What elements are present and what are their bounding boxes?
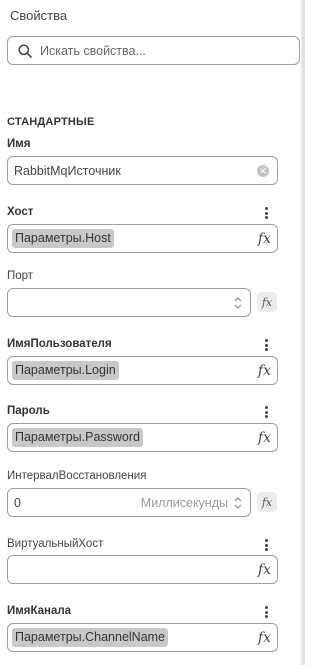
clear-icon[interactable]: ✕: [257, 165, 269, 177]
vhost-more-icon[interactable]: [259, 538, 273, 552]
password-value-chip: Параметры.Password: [12, 428, 143, 447]
channel-more-icon[interactable]: [259, 605, 273, 619]
fx-icon[interactable]: fx: [258, 231, 271, 247]
fx-icon[interactable]: fx: [258, 363, 271, 379]
spinner-icon[interactable]: [233, 493, 243, 513]
search-input[interactable]: [40, 43, 280, 58]
channel-field[interactable]: Параметры.ChannelName fx: [7, 623, 278, 652]
reconnect-unit: Миллисекунды: [140, 496, 228, 510]
password-label: Пароль: [7, 405, 50, 417]
spinner-icon[interactable]: [233, 293, 243, 313]
search-icon: [18, 43, 32, 58]
port-field[interactable]: [7, 288, 251, 317]
port-label: Порт: [7, 270, 34, 282]
panel-title: Свойства: [10, 8, 68, 23]
section-title-standard: СТАНДАРТНЫЕ: [7, 116, 95, 128]
host-label: Хост: [7, 206, 34, 218]
username-value-chip: Параметры.Login: [12, 361, 119, 380]
port-fx-button[interactable]: fx: [257, 292, 277, 312]
username-field[interactable]: Параметры.Login fx: [7, 356, 278, 385]
host-more-icon[interactable]: [259, 206, 273, 220]
reconnect-field[interactable]: 0 Миллисекунды: [7, 488, 251, 517]
reconnect-value: 0: [14, 495, 21, 510]
vhost-field[interactable]: fx: [7, 555, 278, 584]
password-more-icon[interactable]: [259, 405, 273, 419]
fx-icon[interactable]: fx: [258, 562, 271, 578]
search-box[interactable]: [7, 36, 300, 65]
reconnect-label: ИнтервалВосстановления: [7, 470, 147, 482]
name-field[interactable]: RabbitMqИсточник ✕: [7, 156, 278, 185]
host-field[interactable]: Параметры.Host fx: [7, 224, 278, 253]
name-label: Имя: [7, 138, 31, 150]
vhost-label: ВиртуальныйХост: [7, 538, 104, 550]
scrollbar-track[interactable]: [302, 0, 305, 665]
name-value: RabbitMqИсточник: [14, 163, 121, 178]
channel-label: ИмяКанала: [7, 605, 72, 617]
reconnect-fx-button[interactable]: fx: [257, 492, 277, 512]
fx-icon[interactable]: fx: [258, 630, 271, 646]
username-label: ИмяПользователя: [7, 338, 112, 350]
username-more-icon[interactable]: [259, 338, 273, 352]
channel-value-chip: Параметры.ChannelName: [12, 628, 169, 647]
fx-icon[interactable]: fx: [258, 430, 271, 446]
password-field[interactable]: Параметры.Password fx: [7, 423, 278, 452]
host-value-chip: Параметры.Host: [12, 229, 114, 248]
